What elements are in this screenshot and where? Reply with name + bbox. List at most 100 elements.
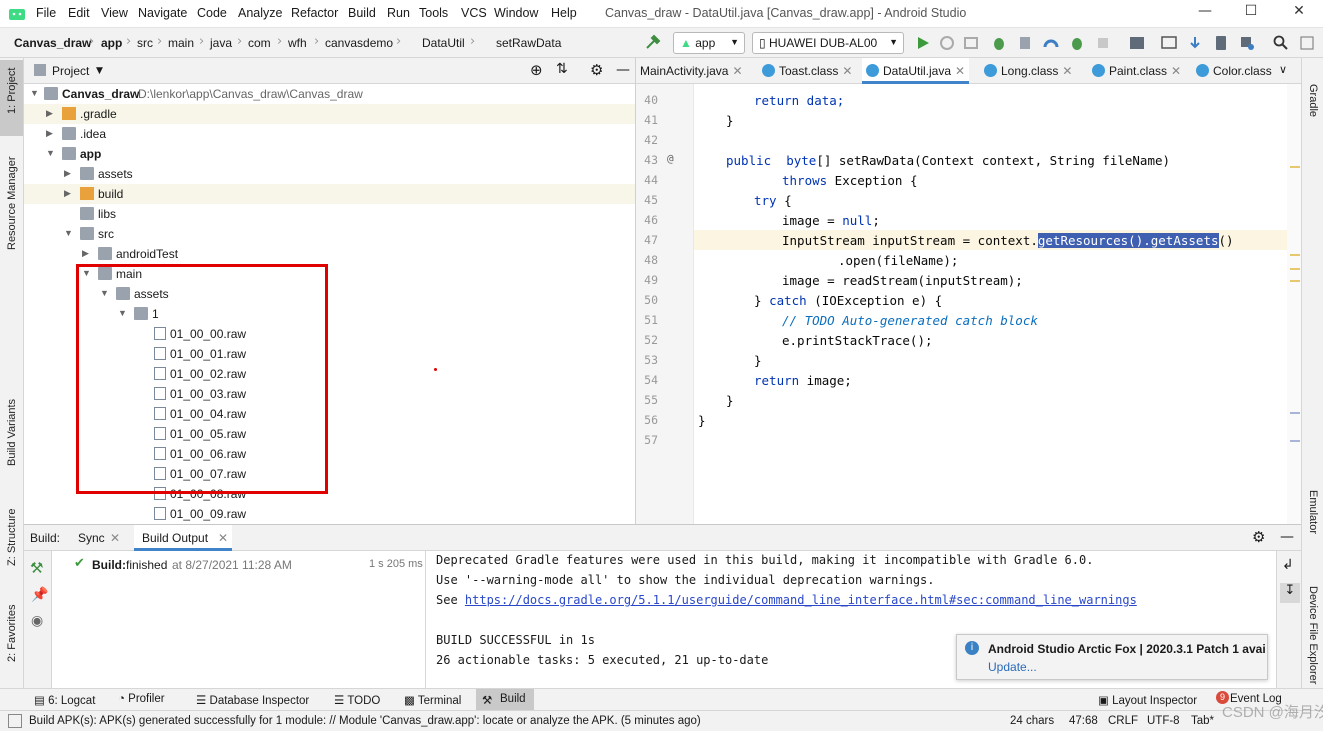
close-icon[interactable]: ✕ <box>732 64 742 78</box>
update-notification[interactable]: i Android Studio Arctic Fox | 2020.3.1 P… <box>956 634 1268 680</box>
hide-icon[interactable]: — <box>1280 529 1294 545</box>
tree-item[interactable]: ▼ src <box>24 224 635 244</box>
code-line-50[interactable]: } catch (IOException e) { <box>754 293 942 308</box>
menu-build[interactable]: Build <box>348 6 376 20</box>
tree-item[interactable]: ▶ build <box>24 184 635 204</box>
breadcrumb-method[interactable]: setRawData <box>496 36 561 50</box>
close-icon[interactable]: ✕ <box>1062 64 1072 78</box>
run-icon[interactable] <box>914 34 932 52</box>
menu-refactor[interactable]: Refactor <box>291 6 338 20</box>
menu-vcs[interactable]: VCS <box>461 6 487 20</box>
code-line-40[interactable]: return data; <box>754 93 844 108</box>
code-line-43[interactable]: public byte[] setRawData(Context context… <box>726 153 1170 168</box>
tab-build-output[interactable]: Build Output ✕ <box>134 525 232 551</box>
tool-project[interactable]: 1: Project <box>6 68 18 114</box>
menu-tools[interactable]: Tools <box>419 6 448 20</box>
caret-position[interactable]: 47:68 <box>1069 715 1098 727</box>
expand-arrow-icon[interactable]: ▶ <box>64 168 74 179</box>
sdk-manager-icon[interactable] <box>1186 34 1204 52</box>
expand-arrow-icon[interactable]: ▶ <box>46 108 56 119</box>
toggle-tool-windows-icon[interactable] <box>8 714 22 728</box>
user-icon[interactable] <box>1298 34 1316 52</box>
tree-item[interactable]: ▶ .gradle <box>24 104 635 124</box>
project-view-select[interactable]: Project <box>52 64 89 78</box>
tool-favorites[interactable]: 2: Favorites <box>6 605 18 662</box>
tool-profiler[interactable]: ◔ Profiler <box>118 693 165 705</box>
close-icon[interactable]: ✕ <box>1284 3 1314 25</box>
expand-arrow-icon[interactable]: ▶ <box>46 128 56 139</box>
maximize-icon[interactable]: ☐ <box>1236 3 1266 25</box>
code-line-44[interactable]: throws Exception { <box>782 173 917 188</box>
menu-file[interactable]: File <box>36 6 56 20</box>
breadcrumb-canvasdemo[interactable]: canvasdemo <box>325 36 393 50</box>
code-line-51[interactable]: // TODO Auto-generated catch block <box>782 313 1038 328</box>
menu-navigate[interactable]: Navigate <box>138 6 187 20</box>
hide-icon[interactable]: — <box>616 62 630 78</box>
close-icon[interactable]: ✕ <box>110 531 120 545</box>
chevron-down-icon[interactable]: ▼ <box>96 66 103 76</box>
tab-long[interactable]: Long.class ✕ <box>980 58 1076 84</box>
error-stripe-mark[interactable] <box>1290 166 1300 168</box>
hammer-build-icon[interactable] <box>644 34 662 52</box>
editor-scrollbar[interactable] <box>1287 84 1301 524</box>
run-config-select[interactable]: ▲ app ▼ <box>673 32 745 54</box>
avd-manager-icon[interactable] <box>1160 34 1178 52</box>
apply-changes-icon[interactable] <box>938 34 956 52</box>
minimize-icon[interactable]: — <box>1190 3 1220 25</box>
code-line-45[interactable]: try { <box>754 193 792 208</box>
code-line-49[interactable]: image = readStream(inputStream); <box>782 273 1023 288</box>
expand-arrow-icon[interactable]: ▼ <box>46 148 56 158</box>
tree-item[interactable]: ▶ .idea <box>24 124 635 144</box>
error-stripe-mark[interactable] <box>1290 268 1300 270</box>
profile-icon[interactable] <box>1042 34 1060 52</box>
tool-logcat[interactable]: ▤ 6: Logcat <box>34 693 95 707</box>
code-line-48[interactable]: .open(fileName); <box>838 253 958 268</box>
chevron-down-icon[interactable]: ∨ <box>1279 63 1287 76</box>
search-icon[interactable] <box>1272 34 1290 52</box>
breadcrumb-project[interactable]: Canvas_draw <box>14 36 91 50</box>
close-icon[interactable]: ✕ <box>955 64 965 78</box>
code-line-56[interactable]: } <box>698 413 706 428</box>
code-line-52[interactable]: e.printStackTrace(); <box>782 333 933 348</box>
breadcrumb-module[interactable]: app <box>101 36 122 50</box>
debug-icon[interactable] <box>990 34 1008 52</box>
gear-icon[interactable]: ⚙ <box>590 61 603 79</box>
code-line-55[interactable]: } <box>726 393 734 408</box>
breadcrumb-wfh[interactable]: wfh <box>288 36 307 50</box>
gear-icon[interactable]: ⚙ <box>1252 528 1265 546</box>
expand-arrow-icon[interactable]: ▶ <box>82 248 92 259</box>
tree-item[interactable]: ▶ androidTest <box>24 244 635 264</box>
file-item[interactable]: 01_00_09.raw <box>24 504 635 524</box>
tool-build-variants[interactable]: Build Variants <box>6 399 18 466</box>
coverage-icon[interactable] <box>1068 34 1086 52</box>
breadcrumb-com[interactable]: com <box>248 36 271 50</box>
tree-root[interactable]: ▼ Canvas_draw D:\lenkor\app\Canvas_draw\… <box>24 84 635 104</box>
expand-arrow-icon[interactable]: ▶ <box>64 188 74 199</box>
tree-item[interactable]: libs <box>24 204 635 224</box>
menu-help[interactable]: Help <box>551 6 577 20</box>
menu-analyze[interactable]: Analyze <box>238 6 282 20</box>
close-icon[interactable]: ✕ <box>218 531 228 545</box>
tab-toast[interactable]: Toast.class ✕ <box>758 58 856 84</box>
apply-code-changes-icon[interactable] <box>962 34 980 52</box>
tab-color[interactable]: Color.class <box>1192 58 1276 84</box>
tab-paint[interactable]: Paint.class ✕ <box>1088 58 1185 84</box>
error-stripe-mark[interactable] <box>1290 412 1300 414</box>
tool-resource-manager[interactable]: Resource Manager <box>6 156 18 250</box>
tool-build[interactable]: ⚒ Build <box>476 689 534 711</box>
indent-setting[interactable]: Tab* <box>1191 715 1214 727</box>
project-structure-icon[interactable] <box>1128 34 1146 52</box>
breadcrumb-java[interactable]: java <box>210 36 232 50</box>
breadcrumb-main[interactable]: main <box>168 36 194 50</box>
tool-terminal[interactable]: ▩ Terminal <box>404 693 461 707</box>
tool-gradle[interactable]: Gradle <box>1307 84 1319 117</box>
code-line-41[interactable]: } <box>726 113 734 128</box>
tool-emulator[interactable]: Emulator <box>1307 490 1319 534</box>
scroll-to-end-icon[interactable]: ↧ <box>1280 583 1300 603</box>
menu-view[interactable]: View <box>101 6 128 20</box>
tab-datautil[interactable]: DataUtil.java ✕ <box>862 58 970 84</box>
eye-icon[interactable]: ◉ <box>31 613 43 629</box>
expand-arrow-icon[interactable]: ▼ <box>30 88 40 98</box>
expand-arrow-icon[interactable]: ▼ <box>64 228 74 238</box>
menu-run[interactable]: Run <box>387 6 410 20</box>
